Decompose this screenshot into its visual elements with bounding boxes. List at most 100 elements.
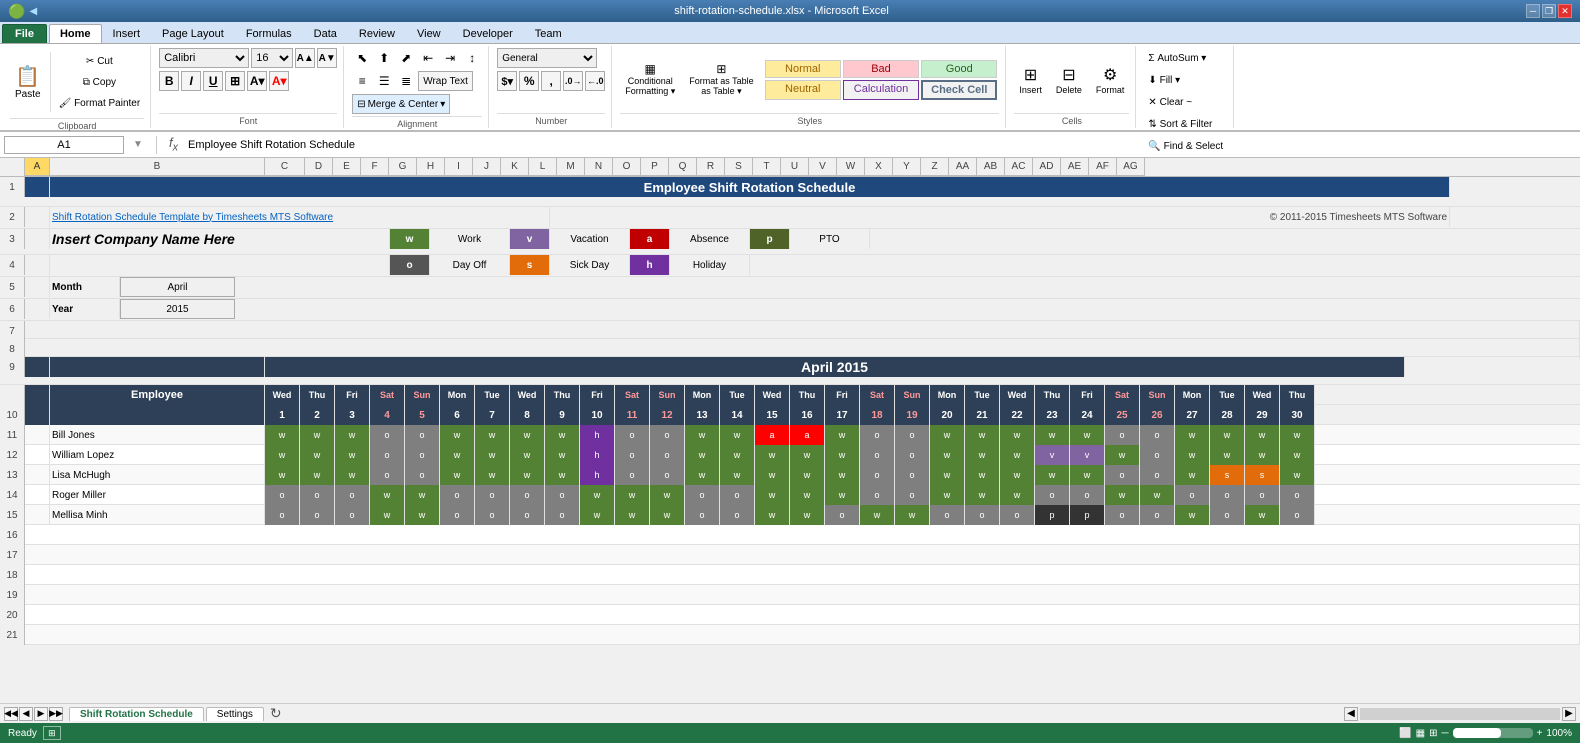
emp4-d26[interactable]: w xyxy=(1140,485,1175,505)
col-header-ae[interactable]: AE xyxy=(1061,158,1089,176)
emp3-d12[interactable]: o xyxy=(650,465,685,485)
emp1-d8[interactable]: w xyxy=(510,425,545,445)
col-header-f[interactable]: F xyxy=(361,158,389,176)
fill-color-button[interactable]: A▾ xyxy=(247,71,267,91)
cell-row16[interactable] xyxy=(25,525,1580,545)
zoom-slider[interactable] xyxy=(1453,728,1533,738)
cell-employee-2[interactable]: William Lopez xyxy=(50,445,265,465)
emp2-d4[interactable]: o xyxy=(370,445,405,465)
cell-row7[interactable] xyxy=(25,321,1580,341)
emp2-d7[interactable]: w xyxy=(475,445,510,465)
close-btn[interactable]: ✕ xyxy=(1558,4,1572,18)
style-bad[interactable]: Bad xyxy=(843,60,919,78)
tab-insert[interactable]: Insert xyxy=(102,24,152,43)
emp2-d14[interactable]: w xyxy=(720,445,755,465)
emp1-d9[interactable]: w xyxy=(545,425,580,445)
col-header-k[interactable]: K xyxy=(501,158,529,176)
emp1-d10[interactable]: h xyxy=(580,425,615,445)
emp5-d12[interactable]: w xyxy=(650,505,685,525)
row-num-13[interactable]: 13 xyxy=(0,465,25,485)
emp3-d8[interactable]: w xyxy=(510,465,545,485)
emp4-d20[interactable]: w xyxy=(930,485,965,505)
emp3-d17[interactable]: w xyxy=(825,465,860,485)
emp3-d27[interactable]: w xyxy=(1175,465,1210,485)
emp2-d26[interactable]: o xyxy=(1140,445,1175,465)
emp2-d30[interactable]: w xyxy=(1280,445,1315,465)
tab-page-layout[interactable]: Page Layout xyxy=(151,24,235,43)
row-num-15[interactable]: 15 xyxy=(0,505,25,525)
fill-btn[interactable]: ⬇ Fill ▾ xyxy=(1144,70,1184,90)
emp3-d3[interactable]: w xyxy=(335,465,370,485)
col-header-g[interactable]: G xyxy=(389,158,417,176)
emp1-d26[interactable]: o xyxy=(1140,425,1175,445)
row-num-16[interactable]: 16 xyxy=(0,525,25,545)
emp3-d20[interactable]: w xyxy=(930,465,965,485)
emp3-d30[interactable]: w xyxy=(1280,465,1315,485)
cell-row18[interactable] xyxy=(25,565,1580,585)
align-top-left-btn[interactable]: ⬉ xyxy=(352,48,372,68)
emp4-d22[interactable]: w xyxy=(1000,485,1035,505)
insert-cells-btn[interactable]: ⊞ Insert xyxy=(1014,50,1047,110)
emp5-d28[interactable]: o xyxy=(1210,505,1245,525)
expand-formula-btn[interactable]: ▼ xyxy=(128,139,148,150)
row-num-14[interactable]: 14 xyxy=(0,485,25,505)
row-num-19[interactable]: 19 xyxy=(0,585,25,605)
col-header-d[interactable]: D xyxy=(305,158,333,176)
delete-cells-btn[interactable]: ⊟ Delete xyxy=(1051,50,1087,110)
emp1-d20[interactable]: w xyxy=(930,425,965,445)
decrease-decimal-btn[interactable]: ←.0 xyxy=(585,71,605,91)
emp3-d10[interactable]: h xyxy=(580,465,615,485)
emp2-d23[interactable]: v xyxy=(1035,445,1070,465)
clear-btn[interactable]: ✕ Clear ~ xyxy=(1144,92,1196,112)
col-header-o[interactable]: O xyxy=(613,158,641,176)
emp5-d26[interactable]: o xyxy=(1140,505,1175,525)
emp3-d23[interactable]: w xyxy=(1035,465,1070,485)
sheet-nav-last[interactable]: ▶▶ xyxy=(49,707,63,721)
text-direction-btn[interactable]: ↕ xyxy=(462,48,482,68)
emp2-d16[interactable]: w xyxy=(790,445,825,465)
format-cells-btn[interactable]: ⚙ Format xyxy=(1091,50,1130,110)
row-num-4[interactable]: 4 xyxy=(0,255,25,275)
emp4-d12[interactable]: w xyxy=(650,485,685,505)
row-num-5[interactable]: 5 xyxy=(0,277,25,297)
emp4-d6[interactable]: o xyxy=(440,485,475,505)
emp1-d6[interactable]: w xyxy=(440,425,475,445)
emp4-d27[interactable]: o xyxy=(1175,485,1210,505)
cell-employee-5[interactable]: Mellisa Minh xyxy=(50,505,265,525)
col-header-ab[interactable]: AB xyxy=(977,158,1005,176)
emp4-d10[interactable]: w xyxy=(580,485,615,505)
row-num-3[interactable]: 3 xyxy=(0,229,25,249)
emp2-d10[interactable]: h xyxy=(580,445,615,465)
emp1-d27[interactable]: w xyxy=(1175,425,1210,445)
emp3-d11[interactable]: o xyxy=(615,465,650,485)
autosum-btn[interactable]: Σ AutoSum ▾ xyxy=(1144,48,1210,68)
comma-btn[interactable]: , xyxy=(541,71,561,91)
emp4-d28[interactable]: o xyxy=(1210,485,1245,505)
find-select-btn[interactable]: 🔍 Find & Select xyxy=(1144,136,1227,156)
row-num-9[interactable]: 9 xyxy=(0,357,25,377)
emp1-d1[interactable]: w xyxy=(265,425,300,445)
emp1-d3[interactable]: w xyxy=(335,425,370,445)
italic-button[interactable]: I xyxy=(181,71,201,91)
tab-developer[interactable]: Developer xyxy=(452,24,524,43)
row-num-6[interactable]: 6 xyxy=(0,299,25,319)
emp2-d5[interactable]: o xyxy=(405,445,440,465)
emp2-d9[interactable]: w xyxy=(545,445,580,465)
row-num-1[interactable]: 1 xyxy=(0,177,25,197)
emp2-d19[interactable]: o xyxy=(895,445,930,465)
tab-formulas[interactable]: Formulas xyxy=(235,24,303,43)
cell-row21[interactable] xyxy=(25,625,1580,645)
emp1-d30[interactable]: w xyxy=(1280,425,1315,445)
row-num-17[interactable]: 17 xyxy=(0,545,25,565)
row-num-18[interactable]: 18 xyxy=(0,565,25,585)
col-header-ad[interactable]: AD xyxy=(1033,158,1061,176)
format-painter-button[interactable]: 🖌 Format Painter xyxy=(55,93,145,113)
font-name-select[interactable]: Calibri xyxy=(159,48,249,68)
emp3-d18[interactable]: o xyxy=(860,465,895,485)
emp4-d14[interactable]: o xyxy=(720,485,755,505)
emp1-d2[interactable]: w xyxy=(300,425,335,445)
emp2-d24[interactable]: v xyxy=(1070,445,1105,465)
emp3-d16[interactable]: w xyxy=(790,465,825,485)
zoom-out-btn[interactable]: ─ xyxy=(1441,728,1448,739)
minimize-btn[interactable]: ─ xyxy=(1526,4,1540,18)
